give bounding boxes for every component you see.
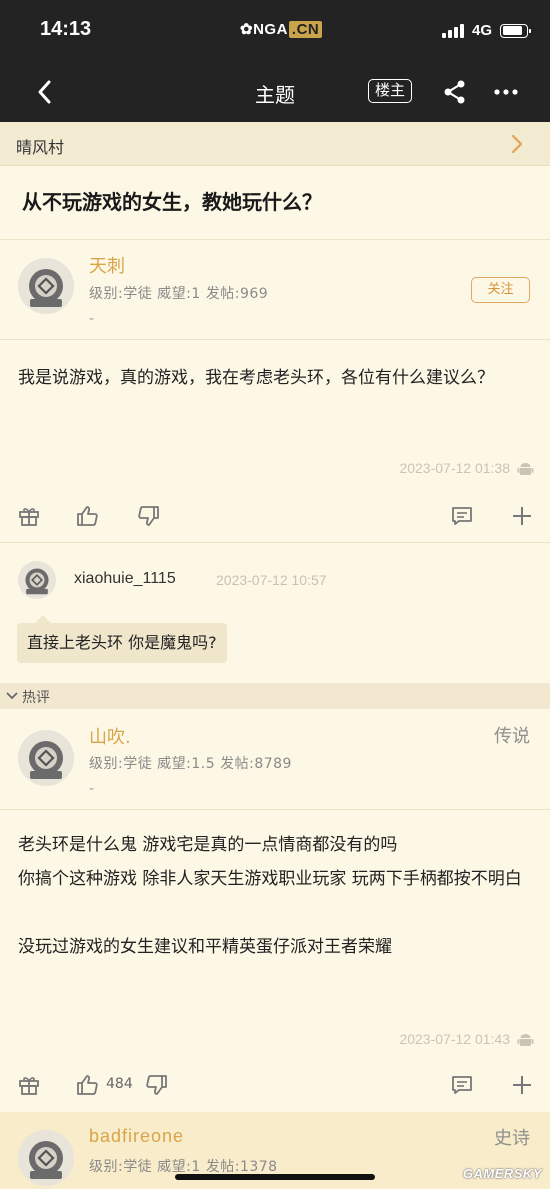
share-icon[interactable]: [441, 78, 469, 106]
post-user-meta: 级别:学徒 威望:1 发帖:1378: [89, 1159, 278, 1175]
reply-avatar[interactable]: [18, 561, 56, 599]
nga-logo: ✿NGA .CN: [240, 20, 323, 38]
post-actions: [0, 494, 550, 538]
reply-username[interactable]: xiaohuie_1115: [74, 570, 176, 588]
post-username[interactable]: 山吹.: [89, 723, 131, 749]
network-type: 4G: [471, 22, 492, 39]
gift-icon[interactable]: [17, 504, 41, 528]
logo-main: NGA: [253, 21, 288, 38]
post-username[interactable]: badfireone: [89, 1126, 184, 1147]
post-user-meta: 级别:学徒 威望:1.5 发帖:8789: [89, 756, 292, 772]
thumbs-up-icon[interactable]: [76, 1073, 100, 1097]
reply-bubble[interactable]: 直接上老头环 你是魔鬼吗?: [17, 615, 227, 663]
forum-breadcrumb[interactable]: 晴风村: [0, 122, 550, 166]
gift-icon[interactable]: [17, 1073, 41, 1097]
thumbs-up-icon[interactable]: [76, 504, 100, 528]
post-body: 老头环是什么鬼 游戏宅是真的一点情商都没有的吗 你搞个这种游戏 除非人家天生游戏…: [18, 835, 522, 957]
android-icon: [517, 463, 534, 475]
post-timestamp: 2023-07-12 01:43: [399, 1031, 510, 1047]
divider: [0, 542, 550, 543]
status-indicators: 4G: [441, 22, 531, 39]
signal-icon: [441, 23, 464, 38]
user-rank-badge: 传说: [494, 726, 530, 747]
hot-comments-bar[interactable]: 热评: [0, 683, 550, 709]
post-user-extra: -: [89, 781, 95, 797]
user-rank-badge: 史诗: [494, 1128, 530, 1149]
paw-icon: ✿: [240, 21, 254, 38]
post-actions: 484: [0, 1063, 550, 1107]
topic-title: 从不玩游戏的女生，教她玩什么？: [22, 190, 322, 214]
avatar[interactable]: [18, 730, 74, 786]
post-username[interactable]: 天刺: [89, 252, 125, 278]
post-body: 我是说游戏，真的游戏，我在考虑老头环，各位有什么建议么？: [18, 368, 494, 388]
avatar[interactable]: [18, 258, 74, 314]
plus-icon[interactable]: [510, 504, 534, 528]
follow-button[interactable]: 关注: [471, 277, 530, 303]
forum-name: 晴风村: [16, 138, 65, 157]
more-icon[interactable]: [492, 78, 520, 106]
post-user-meta: 级别:学徒 威望:1 发帖:969: [89, 286, 269, 302]
status-time: 14:13: [40, 18, 92, 40]
battery-icon: [500, 23, 531, 38]
logo-cn: .CN: [288, 21, 323, 38]
chevron-down-icon: [6, 692, 18, 700]
android-icon: [517, 1034, 534, 1046]
plus-icon[interactable]: [510, 1073, 534, 1097]
avatar[interactable]: [18, 1130, 74, 1186]
post-user-extra: -: [89, 311, 95, 327]
post-timestamp: 2023-07-12 01:38: [399, 460, 510, 476]
comment-icon[interactable]: [450, 1073, 474, 1097]
nav-bar: 主题 楼主: [0, 62, 550, 122]
divider: [0, 809, 550, 810]
thumbs-down-icon[interactable]: [136, 504, 160, 528]
comment-icon[interactable]: [450, 504, 474, 528]
chevron-right-icon: [511, 134, 523, 154]
status-bar: 14:13 ✿NGA .CN 4G: [0, 0, 550, 62]
louzhu-button[interactable]: 楼主: [368, 79, 413, 103]
like-count: 484: [106, 1076, 133, 1092]
home-indicator[interactable]: [175, 1174, 375, 1180]
divider: [0, 239, 550, 240]
divider: [0, 339, 550, 340]
thumbs-down-icon[interactable]: [144, 1073, 168, 1097]
hot-comments-label: 热评: [22, 690, 50, 706]
reply-timestamp: 2023-07-12 10:57: [216, 572, 327, 588]
watermark: GAMERSKY: [462, 1166, 542, 1181]
